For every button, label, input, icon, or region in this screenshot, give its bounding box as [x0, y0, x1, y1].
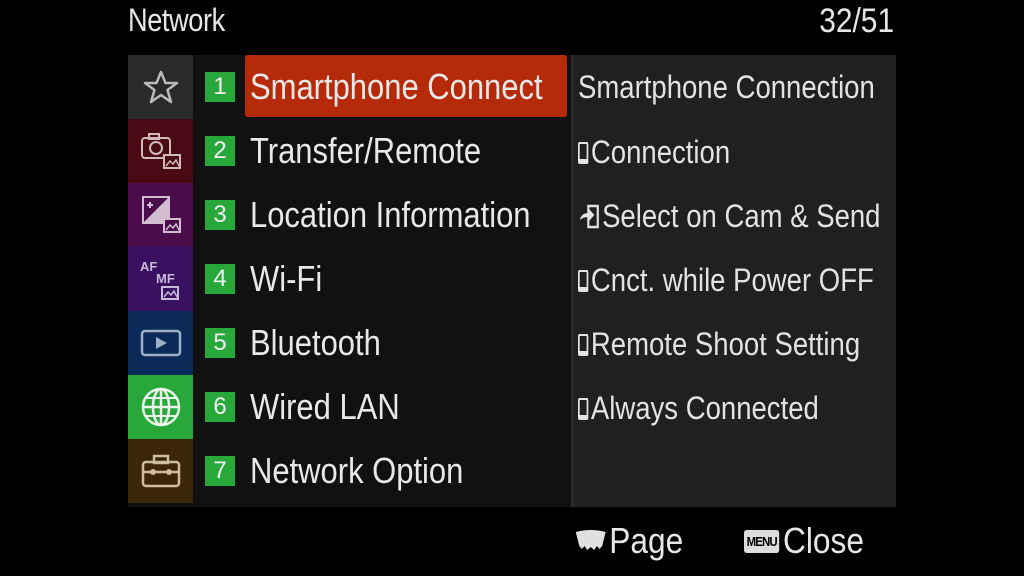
- smartphone-icon: [578, 269, 589, 292]
- tab-my-menu[interactable]: [128, 55, 193, 119]
- menu-item-network-option[interactable]: 7 Network Option: [193, 439, 571, 503]
- menu-item-label: Bluetooth: [250, 322, 381, 363]
- globe-icon: [141, 387, 180, 427]
- tab-shooting[interactable]: [128, 119, 193, 183]
- smartphone-icon: [578, 141, 589, 164]
- detail-item: Select on Cam & Send: [578, 198, 880, 235]
- detail-item-label: Select on Cam & Send: [602, 198, 881, 234]
- svg-text:AF: AF: [140, 259, 157, 274]
- detail-item-label: Always Connected: [590, 390, 819, 426]
- item-number-badge: 7: [205, 456, 235, 486]
- detail-item-label: Cnct. while Power OFF: [590, 262, 874, 298]
- item-number-badge: 3: [205, 200, 235, 230]
- detail-heading: Smartphone Connection: [578, 69, 875, 105]
- tab-exposure[interactable]: [128, 183, 193, 247]
- page-indicator: 32/51: [819, 2, 894, 40]
- control-wheel-icon: [575, 530, 606, 550]
- star-icon: [143, 70, 178, 104]
- close-hint[interactable]: MENU Close: [744, 520, 864, 562]
- page-hint[interactable]: Page: [574, 520, 683, 562]
- detail-item: Always Connected: [578, 390, 819, 427]
- menu-item-label: Smartphone Connect: [250, 66, 543, 107]
- detail-item: Connection: [578, 134, 730, 171]
- menu-item-wired-lan[interactable]: 6 Wired LAN: [193, 375, 571, 439]
- tab-focus[interactable]: AF MF: [128, 247, 193, 311]
- detail-item: Remote Shoot Setting: [578, 326, 860, 363]
- smartphone-icon: [578, 333, 589, 356]
- tab-network[interactable]: [128, 375, 193, 439]
- detail-panel: Smartphone Connection Connection Select …: [571, 55, 896, 507]
- exposure-icon: [141, 196, 181, 233]
- smartphone-icon: [578, 397, 589, 420]
- item-number-badge: 2: [205, 136, 235, 166]
- menu-item-label: Location Information: [250, 194, 531, 235]
- menu-item-smartphone-connect[interactable]: 1 Smartphone Connect: [193, 55, 571, 119]
- item-number-badge: 1: [205, 72, 235, 102]
- detail-item: Cnct. while Power OFF: [578, 262, 874, 299]
- menu-item-label: Wi-Fi: [250, 258, 323, 299]
- menu-list: 1 Smartphone Connect 2 Transfer/Remote 3…: [193, 55, 571, 507]
- detail-item-label: Remote Shoot Setting: [590, 326, 861, 362]
- send-to-phone-icon: [579, 204, 599, 228]
- page-title: Network: [128, 2, 225, 38]
- tab-playback[interactable]: [128, 311, 193, 375]
- menu-item-transfer-remote[interactable]: 2 Transfer/Remote: [193, 119, 571, 183]
- item-number-badge: 5: [205, 328, 235, 358]
- item-number-badge: 6: [205, 392, 235, 422]
- menu-item-location-information[interactable]: 3 Location Information: [193, 183, 571, 247]
- category-tabs: AF MF: [128, 55, 193, 507]
- menu-panel: AF MF 1 Smartphone Connect 2 Transfer/Rem…: [128, 55, 896, 507]
- close-label: Close: [782, 520, 864, 561]
- toolbox-icon: [141, 454, 180, 488]
- detail-item-label: Connection: [590, 134, 731, 170]
- menu-item-label: Network Option: [250, 450, 464, 491]
- menu-button-icon: MENU: [744, 529, 780, 553]
- svg-text:MF: MF: [156, 271, 175, 286]
- item-number-badge: 4: [205, 264, 235, 294]
- camera-photo-icon: [140, 133, 181, 169]
- menu-item-label: Transfer/Remote: [250, 130, 482, 171]
- playback-icon: [140, 329, 181, 357]
- menu-item-label: Wired LAN: [250, 386, 400, 427]
- menu-item-bluetooth[interactable]: 5 Bluetooth: [193, 311, 571, 375]
- menu-item-wifi[interactable]: 4 Wi-Fi: [193, 247, 571, 311]
- page-label: Page: [609, 520, 684, 561]
- af-mf-icon: AFMF: [140, 259, 179, 300]
- tab-setup[interactable]: [128, 439, 193, 503]
